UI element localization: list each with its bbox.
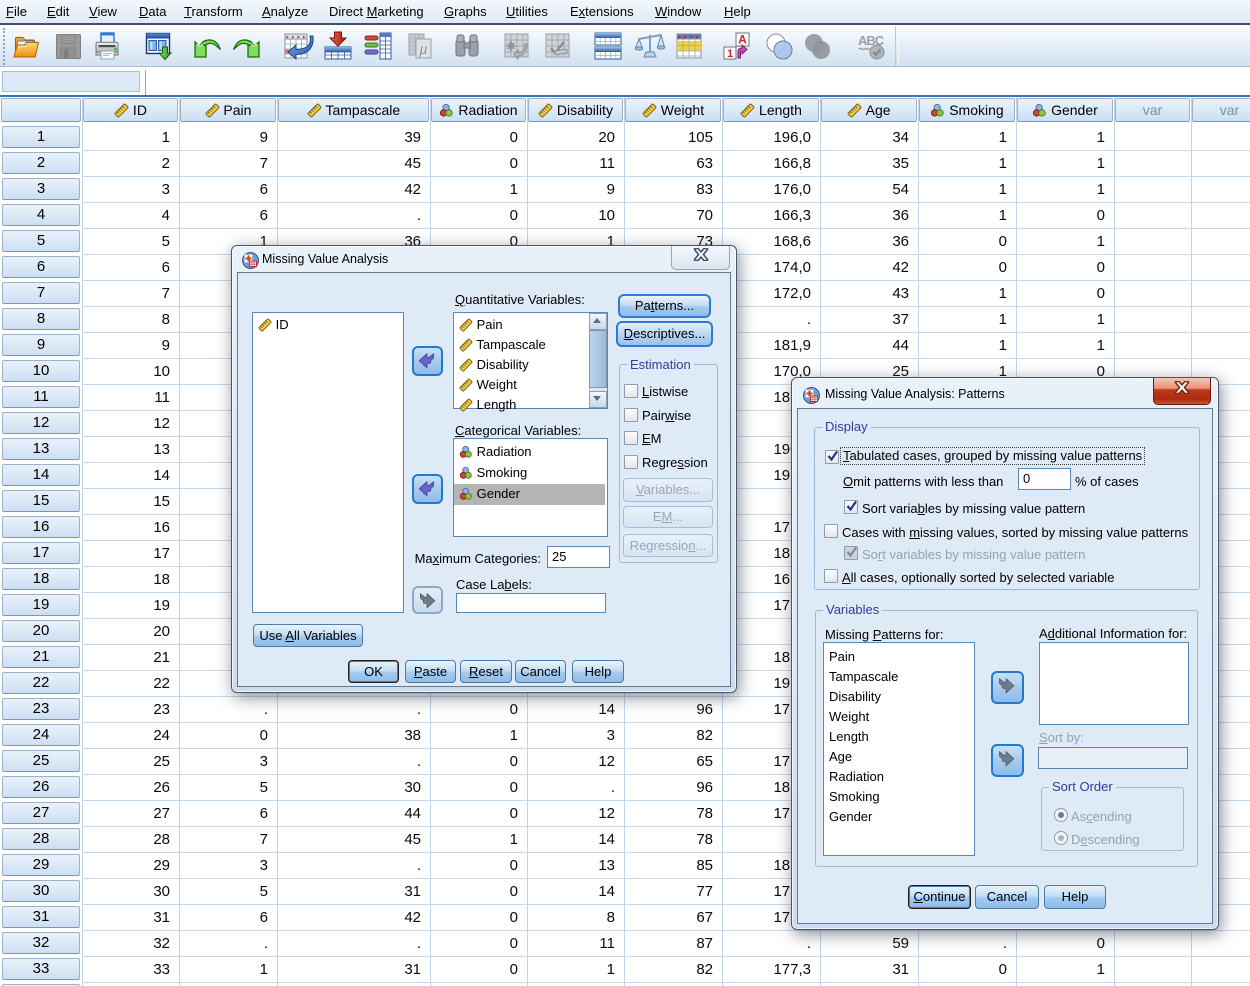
- svg-text:1: 1: [727, 48, 733, 60]
- svg-text:A: A: [738, 33, 747, 47]
- svg-text:μ: μ: [419, 41, 428, 57]
